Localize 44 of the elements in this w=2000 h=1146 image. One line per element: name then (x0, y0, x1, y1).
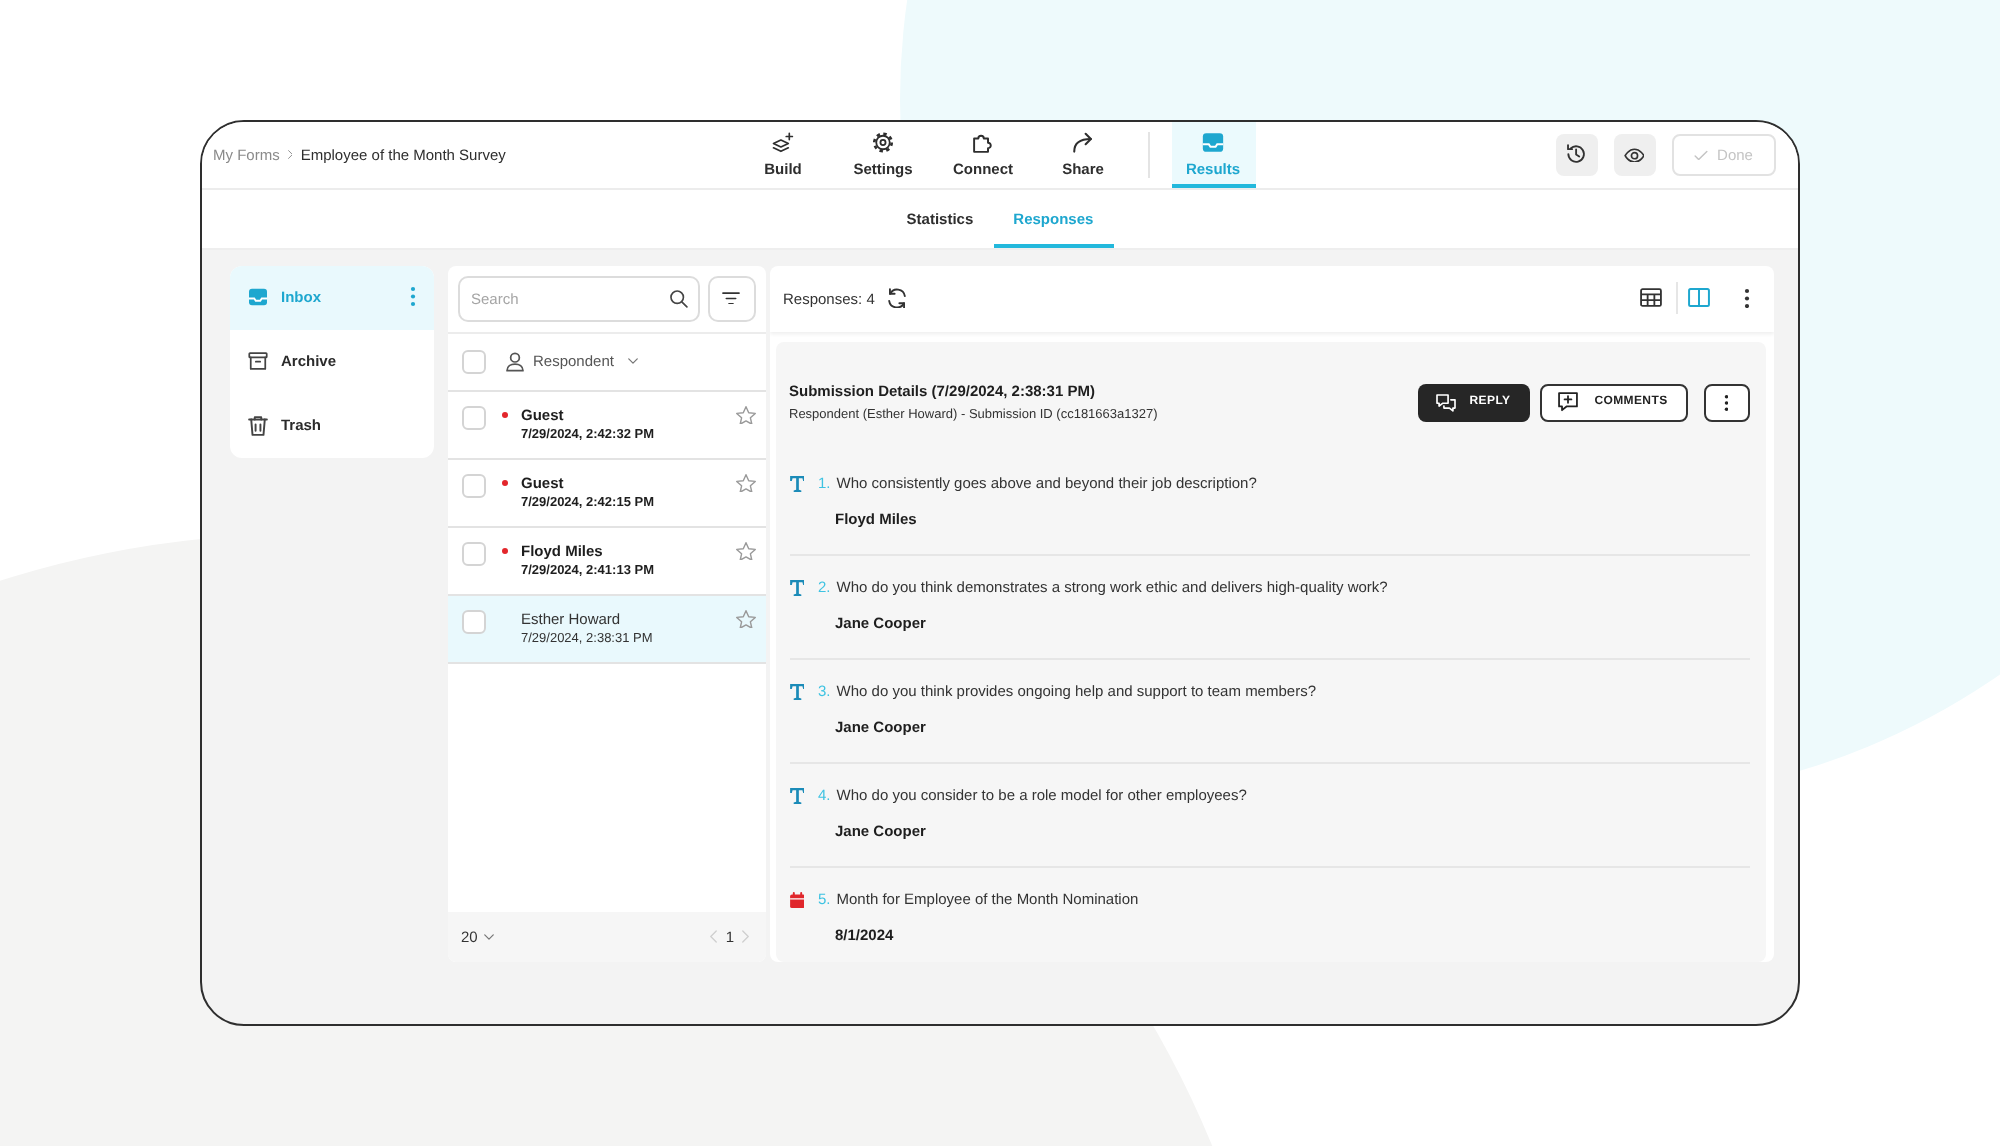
star-icon[interactable] (735, 473, 755, 493)
kebab-icon (1723, 393, 1729, 411)
history-icon (1565, 144, 1587, 166)
archive-box-icon (247, 352, 267, 370)
chevron-left-icon[interactable] (710, 930, 718, 944)
checkbox[interactable] (461, 349, 485, 373)
chevron-down-icon (483, 934, 494, 940)
text-type-icon (789, 787, 804, 803)
inbox-tray-icon (1202, 132, 1224, 154)
more-button[interactable] (1703, 383, 1749, 421)
search-icon (669, 289, 687, 307)
history-button[interactable] (1555, 134, 1597, 176)
chevron-down-icon (627, 358, 638, 364)
star-icon[interactable] (735, 541, 755, 561)
text-type-icon (789, 683, 804, 699)
filter-button[interactable] (707, 275, 755, 321)
layers-icon (772, 132, 794, 154)
chevron-right-icon (287, 150, 293, 160)
checkbox[interactable] (461, 609, 485, 633)
star-icon[interactable] (735, 405, 755, 425)
curved-arrow-icon (1072, 132, 1094, 154)
refresh-icon[interactable] (888, 287, 907, 309)
check-icon (1693, 149, 1708, 161)
columns-icon[interactable] (1688, 288, 1710, 308)
puzzle-icon (972, 132, 994, 154)
table-icon[interactable] (1640, 288, 1662, 308)
comment-plus-icon (1558, 392, 1579, 412)
star-icon[interactable] (735, 609, 755, 629)
trash-icon (247, 415, 267, 435)
checkbox[interactable] (461, 473, 485, 497)
chevron-right-icon[interactable] (742, 930, 749, 944)
eye-icon (1623, 147, 1645, 163)
text-type-icon (789, 579, 804, 595)
settings-icon (872, 132, 894, 154)
calendar-icon (789, 891, 804, 907)
person-icon (505, 351, 523, 371)
checkbox[interactable] (461, 541, 485, 565)
inbox-tray-icon (247, 288, 267, 306)
kebab-icon[interactable] (1744, 287, 1750, 309)
preview-button[interactable] (1613, 134, 1655, 176)
filter-icon (722, 291, 740, 305)
checkbox[interactable] (461, 405, 485, 429)
chat-bubbles-icon (1435, 393, 1456, 411)
text-type-icon (789, 475, 804, 491)
